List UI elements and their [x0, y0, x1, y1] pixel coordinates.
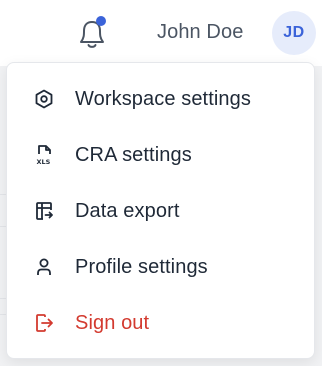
- menu-item-label: Workspace settings: [75, 87, 251, 110]
- svg-text:XLS: XLS: [37, 158, 51, 166]
- menu-item-data-export[interactable]: Data export: [7, 183, 314, 239]
- menu-item-cra-settings[interactable]: XLS CRA settings: [7, 127, 314, 183]
- menu-item-label: Data export: [75, 199, 180, 222]
- menu-item-label: Profile settings: [75, 255, 208, 278]
- menu-item-label: Sign out: [75, 311, 150, 334]
- menu-item-label: CRA settings: [75, 143, 192, 166]
- table-export-icon: [34, 201, 54, 221]
- user-icon: [34, 257, 54, 277]
- avatar[interactable]: JD: [272, 11, 316, 55]
- notification-dot: [96, 16, 106, 26]
- user-name[interactable]: John Doe: [157, 21, 243, 44]
- menu-item-workspace-settings[interactable]: Workspace settings: [7, 71, 314, 127]
- logout-icon: [34, 313, 54, 333]
- user-dropdown-menu: Workspace settings XLS CRA settings Data…: [6, 62, 315, 359]
- menu-item-sign-out[interactable]: Sign out: [7, 295, 314, 351]
- top-bar: John Doe JD: [0, 0, 322, 66]
- hexagon-settings-icon: [34, 89, 54, 109]
- menu-item-profile-settings[interactable]: Profile settings: [7, 239, 314, 295]
- bell-icon[interactable]: [73, 16, 111, 52]
- xls-file-icon: XLS: [34, 145, 54, 166]
